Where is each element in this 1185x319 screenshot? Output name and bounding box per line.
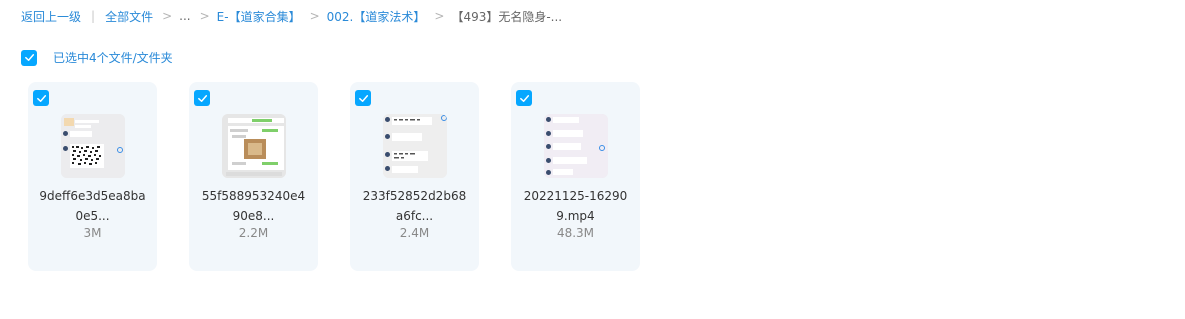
chevron-right-icon: > (309, 9, 320, 23)
file-card[interactable]: 9deff6e3d5ea8ba 0e5... 3M (28, 82, 157, 271)
file-size: 3M (83, 226, 102, 240)
all-files-link[interactable]: 全部文件 (105, 8, 153, 25)
breadcrumb-folder-2[interactable]: 002.【道家法术】 (327, 8, 426, 25)
check-icon (519, 94, 529, 102)
file-name: 9deff6e3d5ea8ba 0e5... (39, 189, 146, 223)
check-icon (197, 94, 207, 102)
select-all-row: 已选中4个文件/文件夹 (21, 49, 173, 66)
back-link[interactable]: 返回上一级 (21, 8, 81, 25)
breadcrumb: 返回上一级 | 全部文件 > ... > E-【道家合集】 > 002.【道家法… (21, 7, 562, 25)
select-all-checkbox[interactable] (21, 49, 37, 66)
chevron-right-icon: > (199, 9, 210, 23)
file-size: 2.4M (399, 226, 430, 240)
file-thumbnail (544, 114, 608, 178)
file-name: 55f588953240e4 90e8... (201, 189, 306, 223)
file-grid: 9deff6e3d5ea8ba 0e5... 3M 55f588953240e4… (28, 82, 640, 271)
file-checkbox[interactable] (516, 90, 532, 106)
file-checkbox[interactable] (33, 90, 49, 106)
check-icon (36, 94, 46, 102)
breadcrumb-ellipsis[interactable]: ... (179, 9, 190, 23)
file-card[interactable]: 55f588953240e4 90e8... 2.2M (189, 82, 318, 271)
file-card[interactable]: 233f52852d2b68 a6fc... 2.4M (350, 82, 479, 271)
file-name: 233f52852d2b68 a6fc... (362, 189, 467, 223)
check-icon (358, 94, 368, 102)
chevron-right-icon: > (162, 9, 173, 23)
breadcrumb-divider: | (91, 9, 96, 23)
file-checkbox[interactable] (194, 90, 210, 106)
file-card[interactable]: 20221125-16290 9.mp4 48.3M (511, 82, 640, 271)
file-thumbnail (222, 114, 286, 178)
chevron-right-icon: > (434, 9, 445, 23)
selection-count: 已选中4个文件/文件夹 (53, 51, 173, 65)
file-size: 2.2M (238, 226, 269, 240)
file-size: 48.3M (556, 226, 595, 240)
file-checkbox[interactable] (355, 90, 371, 106)
breadcrumb-current: 【493】无名隐身-... (451, 9, 563, 24)
file-thumbnail (61, 114, 125, 178)
breadcrumb-folder-1[interactable]: E-【道家合集】 (217, 8, 301, 25)
file-name: 20221125-16290 9.mp4 (523, 189, 628, 223)
check-icon (24, 54, 34, 61)
file-thumbnail (383, 114, 447, 178)
